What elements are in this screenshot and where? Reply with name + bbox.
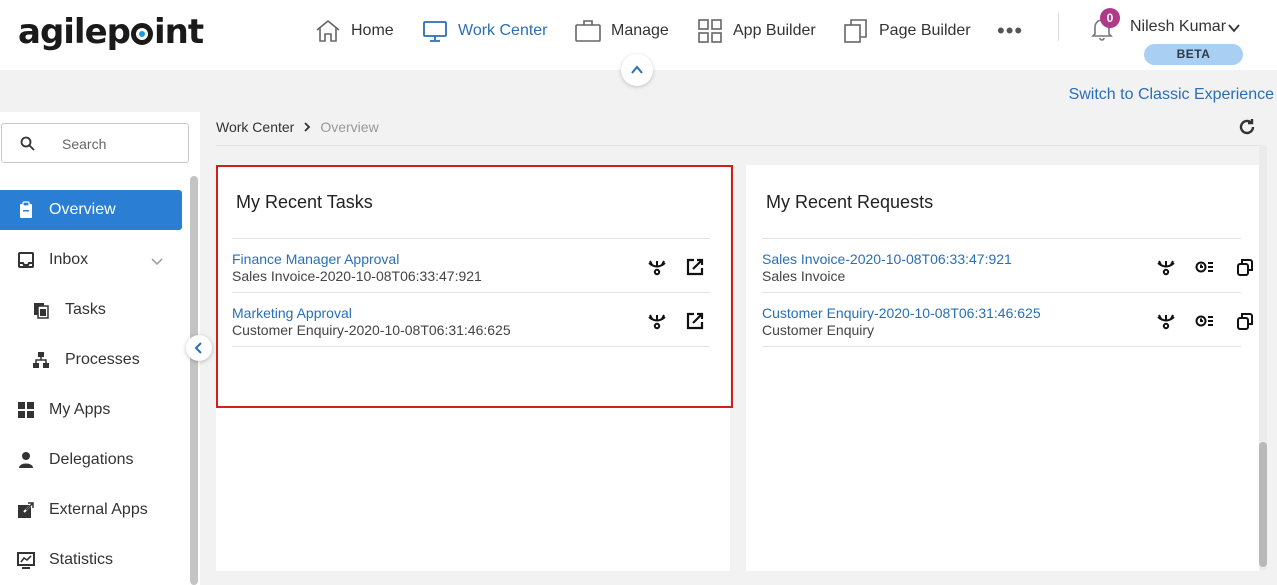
chevron-down-icon[interactable] (1227, 21, 1241, 35)
task-title-link[interactable]: Marketing Approval (232, 305, 352, 321)
inbox-icon (18, 252, 34, 268)
view-process-icon[interactable] (647, 257, 667, 277)
recent-requests-title: My Recent Requests (766, 192, 934, 212)
nav-page-builder-label: Page Builder (879, 22, 971, 39)
history-list-icon[interactable] (1195, 257, 1215, 277)
nav-app-builder[interactable]: App Builder (696, 14, 816, 48)
chevron-left-icon (194, 342, 202, 354)
user-icon (19, 452, 33, 468)
nav-page-builder[interactable]: Page Builder (842, 14, 971, 48)
table-row: Customer Enquiry-2020-10-08T06:31:46:625… (762, 293, 1152, 347)
sidebar-item-label: Inbox (49, 251, 89, 268)
briefcase-icon (575, 20, 601, 42)
view-process-icon[interactable] (1156, 311, 1176, 331)
sidebar-item-delegations[interactable]: Delegations (0, 440, 182, 480)
recent-tasks-card: My Recent Tasks Finance Manager Approval… (216, 165, 730, 571)
table-row: Finance Manager Approval Sales Invoice-2… (232, 239, 712, 293)
open-external-icon[interactable] (685, 257, 705, 277)
chevron-up-icon (631, 65, 643, 74)
history-list-icon[interactable] (1195, 311, 1215, 331)
nav-work-center[interactable]: Work Center (421, 14, 548, 48)
nav-app-builder-label: App Builder (733, 22, 816, 39)
sidebar-item-label: Delegations (49, 451, 134, 468)
chevron-down-icon[interactable] (150, 254, 164, 268)
nav-home-label: Home (351, 22, 394, 39)
home-icon (316, 19, 340, 42)
nav-manage-label: Manage (611, 22, 669, 39)
task-title-link[interactable]: Finance Manager Approval (232, 251, 399, 267)
more-menu-icon[interactable]: ••• (997, 18, 1023, 44)
breadcrumb: Work Center Overview (216, 119, 379, 135)
view-process-icon[interactable] (647, 311, 667, 331)
recent-tasks-title: My Recent Tasks (236, 192, 373, 212)
logo-dot-icon (131, 23, 153, 45)
request-subtitle: Customer Enquiry (762, 322, 875, 338)
beta-badge: BETA (1144, 44, 1243, 65)
breadcrumb-root[interactable]: Work Center (216, 119, 294, 135)
sidebar-item-label: Overview (49, 201, 116, 218)
sidebar-item-label: External Apps (49, 501, 148, 518)
main-scrollbar-thumb[interactable] (1259, 442, 1267, 567)
agilepoint-logo[interactable]: agilep int (18, 12, 204, 52)
view-process-icon[interactable] (1156, 257, 1176, 277)
search-input[interactable] (62, 133, 182, 155)
request-title-link[interactable]: Customer Enquiry-2020-10-08T06:31:46:625 (762, 305, 1041, 321)
open-external-icon[interactable] (685, 311, 705, 331)
nav-manage[interactable]: Manage (574, 14, 669, 48)
breadcrumb-divider (216, 145, 1261, 146)
pages-icon (844, 19, 867, 43)
task-subtitle: Sales Invoice-2020-10-08T06:33:47:921 (232, 268, 482, 284)
switch-classic-link[interactable]: Switch to Classic Experience (1069, 86, 1274, 104)
sidebar-item-statistics[interactable]: Statistics (0, 540, 182, 580)
nav-work-center-label: Work Center (458, 22, 548, 39)
sidebar-item-label: My Apps (49, 401, 111, 418)
sidebar-collapse-button[interactable] (186, 335, 212, 361)
copy-request-icon[interactable] (1235, 311, 1255, 331)
external-app-icon (18, 502, 34, 518)
sidebar-item-label: Statistics (49, 551, 114, 568)
sidebar-item-label: Tasks (65, 301, 106, 318)
hierarchy-icon (33, 352, 49, 368)
sidebar-item-inbox[interactable]: Inbox (0, 240, 182, 280)
grid-icon (698, 19, 722, 43)
apps-grid-icon (18, 402, 34, 418)
request-title-link[interactable]: Sales Invoice-2020-10-08T06:33:47:921 (762, 251, 1012, 267)
sidebar-search[interactable] (1, 123, 189, 163)
copy-request-icon[interactable] (1235, 257, 1255, 277)
sidebar-scrollbar[interactable] (190, 176, 198, 585)
breadcrumb-current: Overview (320, 119, 379, 135)
collapse-header-button[interactable] (621, 54, 653, 86)
refresh-icon[interactable] (1237, 117, 1257, 137)
main-scrollbar[interactable] (1259, 145, 1267, 570)
row-divider (762, 346, 1241, 347)
sidebar-item-external-apps[interactable]: External Apps (0, 490, 182, 530)
task-subtitle: Customer Enquiry-2020-10-08T06:31:46:625 (232, 322, 511, 338)
recent-requests-card: My Recent Requests Sales Invoice-2020-10… (746, 165, 1259, 571)
row-divider (232, 346, 710, 347)
chevron-right-icon (304, 122, 311, 132)
sidebar-item-label: Processes (65, 351, 140, 368)
sidebar-item-processes[interactable]: Processes (0, 340, 182, 380)
monitor-icon (423, 21, 447, 42)
clipboard-icon (20, 201, 32, 218)
table-row: Sales Invoice-2020-10-08T06:33:47:921 Sa… (762, 239, 1152, 293)
sidebar-item-overview[interactable]: Overview (0, 190, 182, 230)
sidebar-item-my-apps[interactable]: My Apps (0, 390, 182, 430)
request-subtitle: Sales Invoice (762, 268, 846, 284)
statistics-icon (17, 552, 35, 569)
nav-home[interactable]: Home (314, 14, 394, 48)
notification-count-badge: 0 (1100, 8, 1120, 28)
sidebar: Overview Inbox Tasks Processes My Apps D… (0, 112, 200, 585)
nav-divider (1058, 13, 1059, 41)
tasks-icon (34, 303, 49, 319)
table-row: Marketing Approval Customer Enquiry-2020… (232, 293, 712, 347)
user-name[interactable]: Nilesh Kumar (1130, 18, 1226, 36)
sidebar-item-tasks[interactable]: Tasks (0, 290, 182, 330)
search-icon (20, 136, 35, 151)
